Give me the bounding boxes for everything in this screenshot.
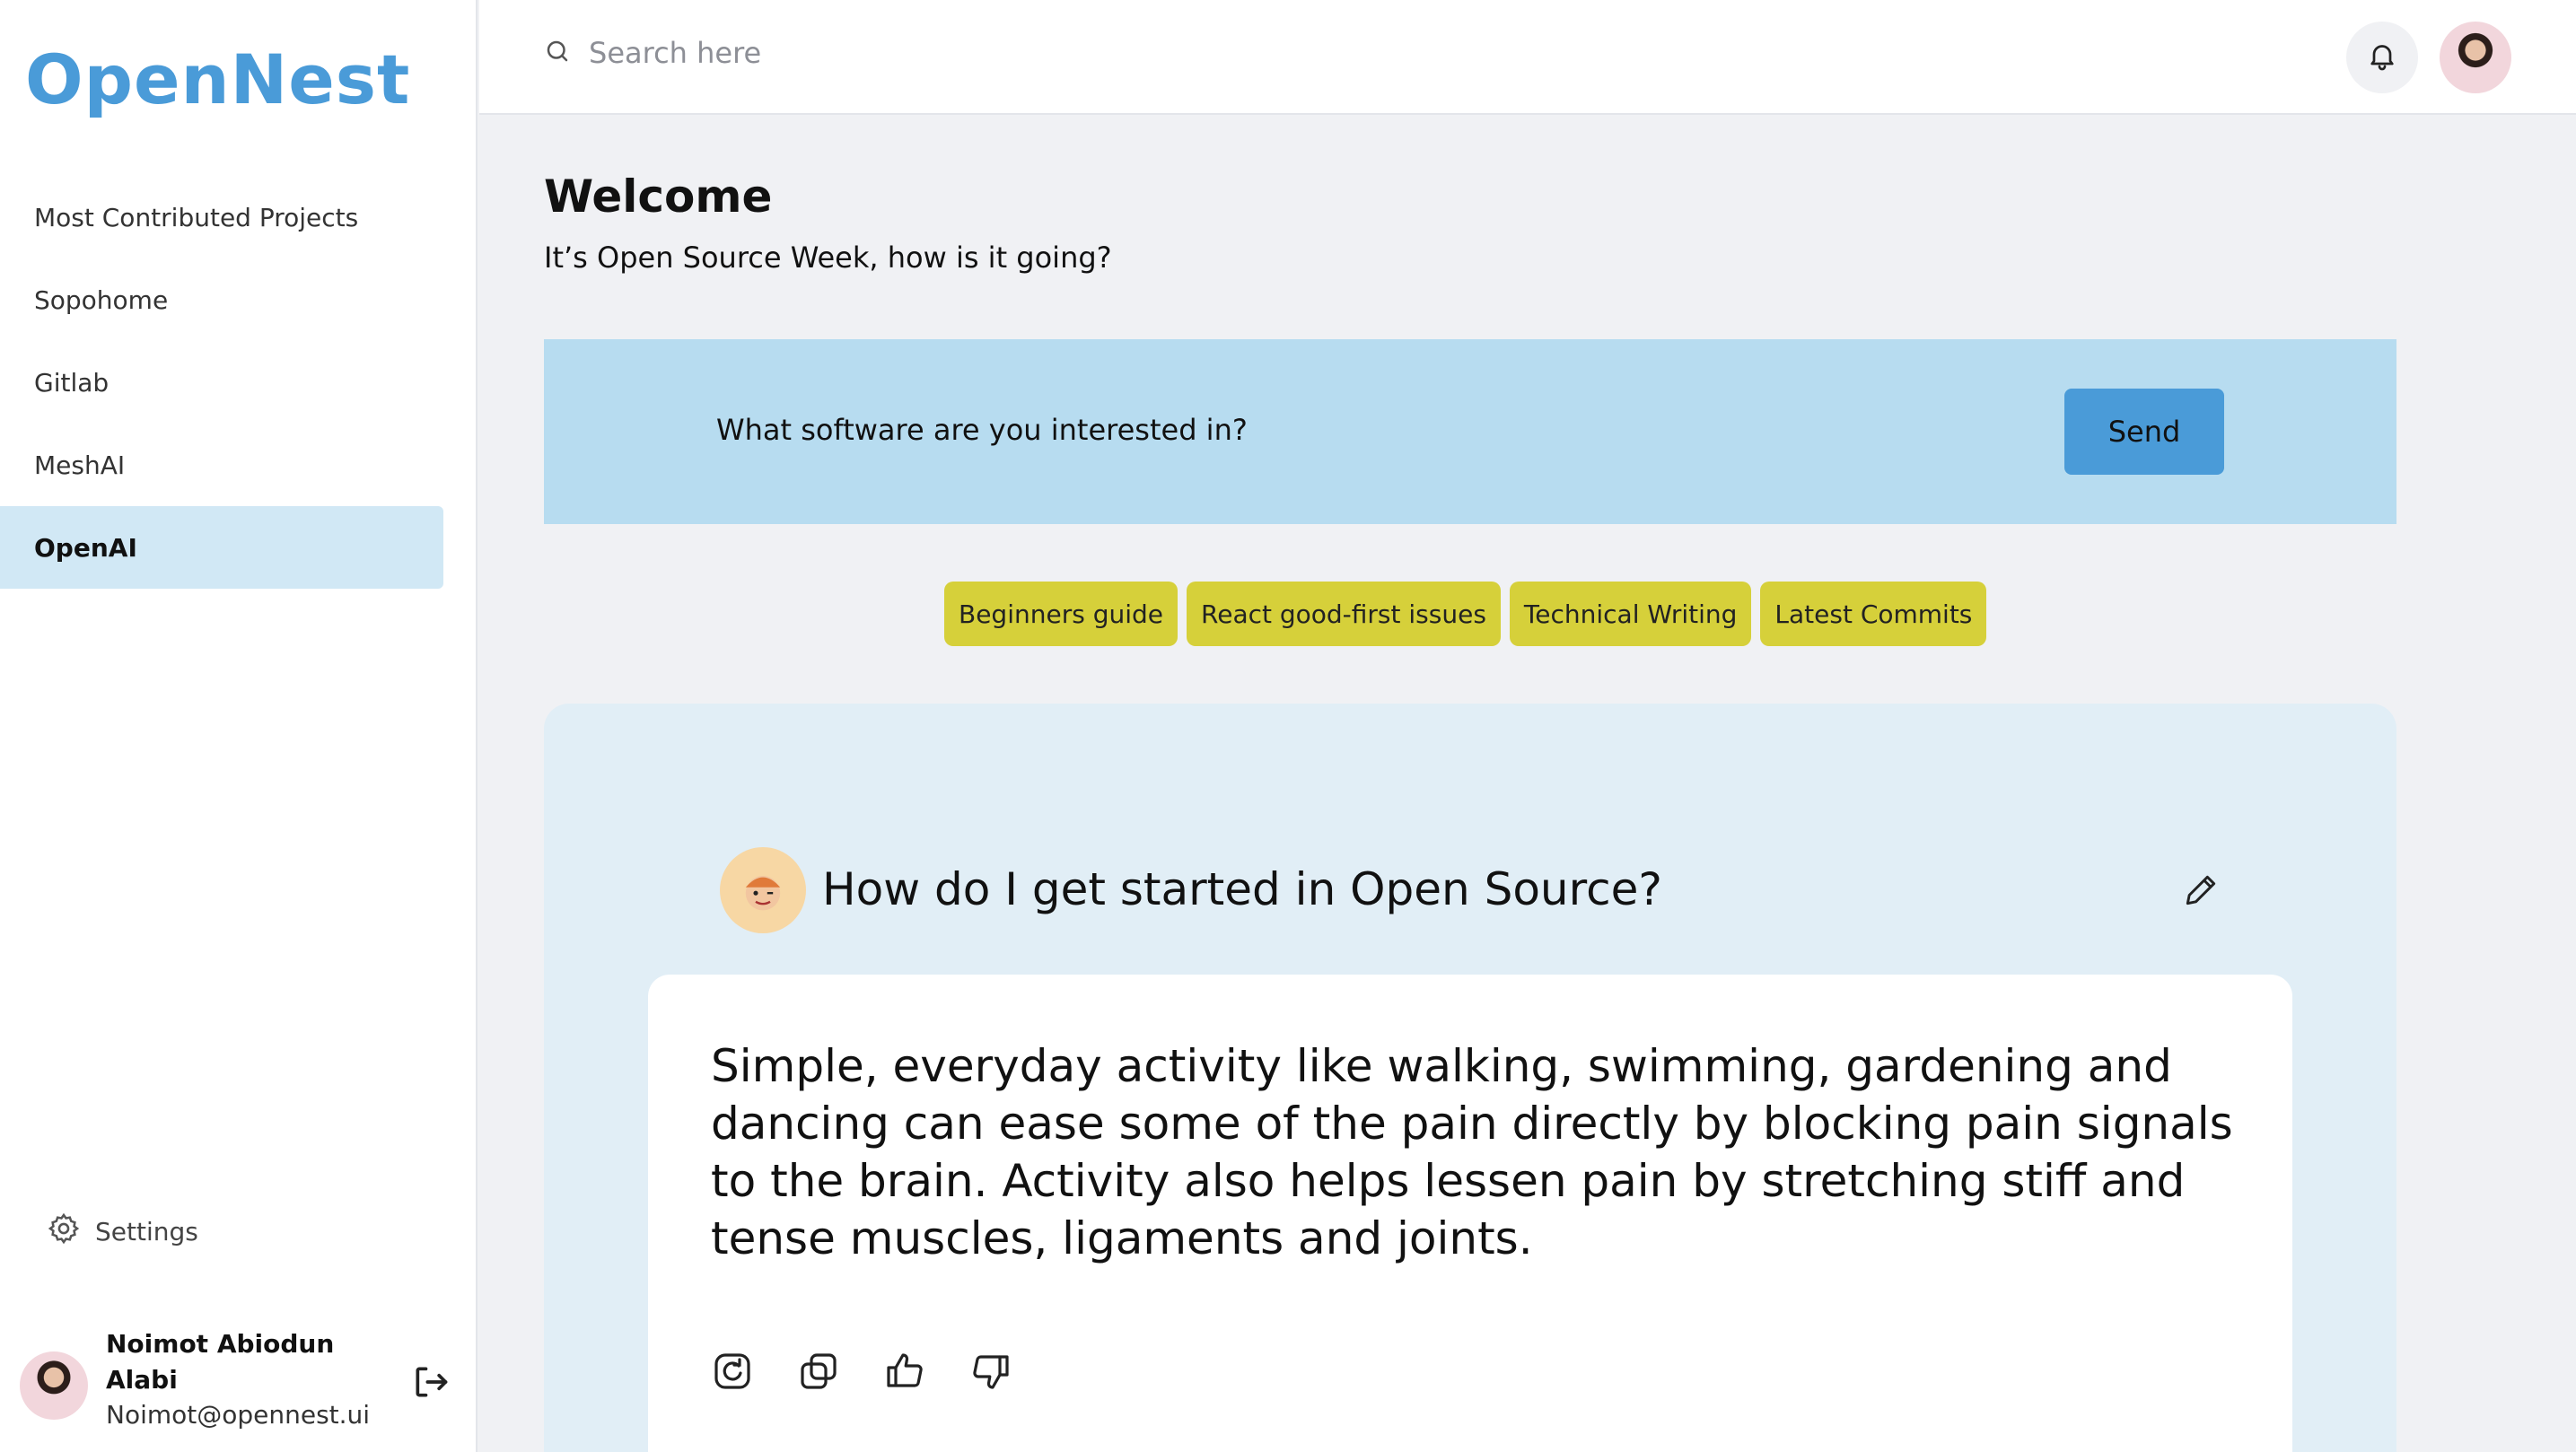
bell-icon [2366,39,2398,75]
search-icon [544,38,571,68]
user-email: Noimot@opennest.ui [106,1400,371,1430]
sidebar-item-openai[interactable]: OpenAI [0,506,443,589]
thumbs-up-icon[interactable] [883,1350,926,1393]
user-name: Noimot Abiodun Alabi [106,1329,335,1395]
copy-icon[interactable] [797,1350,840,1393]
chip-technical-writing[interactable]: Technical Writing [1509,582,1752,646]
regenerate-icon[interactable] [711,1350,754,1393]
prompt-box: What software are you interested in? Sen… [544,339,2396,524]
sidebar-item-label: OpenAI [34,532,137,563]
pencil-icon[interactable] [2181,870,2221,910]
sidebar-nav: Most Contributed Projects Sopohome Gitla… [0,176,443,589]
gear-icon [47,1211,81,1252]
avatar [720,847,806,933]
logout-icon[interactable] [411,1362,451,1402]
top-header [479,0,2576,115]
suggestion-chips: Beginners guide React good-first issues … [944,582,1987,646]
settings-label: Settings [95,1217,198,1246]
chat-panel: How do I get started in Open Source? Sim… [544,704,2396,1452]
answer-card: Simple, everyday activity like walking, … [648,975,2292,1452]
page-subtitle: It’s Open Source Week, how is it going? [544,241,1112,275]
chip-latest-commits[interactable]: Latest Commits [1760,582,1987,646]
search-bar [544,36,1397,70]
sidebar-item-meshai[interactable]: MeshAI [0,424,443,506]
sidebar-item-label: Gitlab [34,367,110,398]
notifications-button[interactable] [2346,22,2418,93]
chip-beginners-guide[interactable]: Beginners guide [944,582,1178,646]
sidebar-item-sopohome[interactable]: Sopohome [0,258,443,341]
sidebar-item-most-contributed-projects[interactable]: Most Contributed Projects [0,176,443,258]
sidebar: OpenNest Most Contributed Projects Sopoh… [0,0,478,1452]
avatar[interactable] [20,1351,88,1420]
answer-actions [711,1350,1012,1393]
question-text: How do I get started in Open Source? [822,863,1662,915]
search-input[interactable] [589,36,1397,70]
sidebar-item-label: Most Contributed Projects [34,202,359,232]
prompt-input[interactable]: What software are you interested in? [716,413,1248,447]
settings-link[interactable]: Settings [47,1211,198,1252]
sidebar-item-label: Sopohome [34,284,169,315]
avatar[interactable] [2440,22,2511,93]
send-button[interactable]: Send [2064,389,2224,475]
page-title: Welcome [544,171,773,223]
question-row: How do I get started in Open Source? [720,847,2246,933]
sidebar-item-label: MeshAI [34,450,126,480]
sidebar-item-gitlab[interactable]: Gitlab [0,341,443,424]
thumbs-down-icon[interactable] [969,1350,1012,1393]
app-root: OpenNest Most Contributed Projects Sopoh… [0,0,2576,1452]
user-profile: Noimot Abiodun Alabi Noimot@opennest.ui [20,1325,460,1441]
app-logo[interactable]: OpenNest [25,39,410,119]
chip-react-good-first-issues[interactable]: React good-first issues [1187,582,1501,646]
answer-text: Simple, everyday activity like walking, … [711,1040,2233,1264]
